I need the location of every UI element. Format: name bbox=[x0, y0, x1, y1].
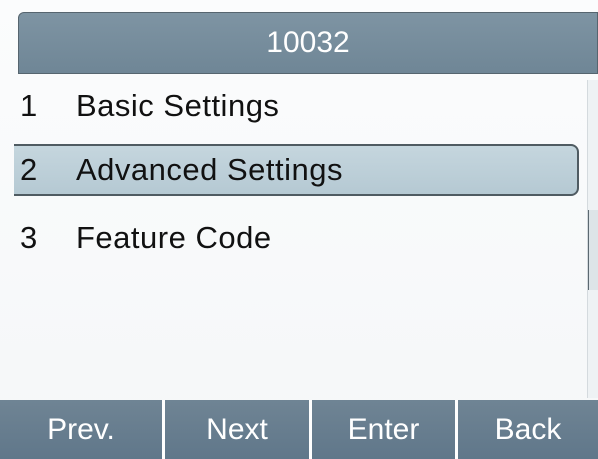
back-button-label: Back bbox=[494, 412, 562, 446]
menu-item-label: Advanced Settings bbox=[76, 152, 344, 187]
back-button[interactable]: Back bbox=[458, 400, 598, 459]
menu-item-feature-code[interactable]: 3 Feature Code bbox=[14, 212, 579, 264]
scrollbar[interactable] bbox=[587, 80, 598, 398]
next-button-label: Next bbox=[206, 412, 268, 446]
next-button[interactable]: Next bbox=[165, 400, 312, 459]
menu-item-number: 2 bbox=[20, 152, 38, 187]
title-bar: 10032 bbox=[18, 12, 598, 74]
menu-item-number: 3 bbox=[20, 220, 38, 255]
prev-button-label: Prev. bbox=[47, 412, 115, 446]
enter-button[interactable]: Enter bbox=[312, 400, 458, 459]
menu-item-advanced-settings[interactable]: 2 Advanced Settings bbox=[14, 144, 579, 196]
menu-item-basic-settings[interactable]: 1 Basic Settings bbox=[14, 80, 579, 132]
softkey-bar: Prev. Next Enter Back bbox=[0, 400, 598, 459]
menu-item-number: 1 bbox=[20, 88, 38, 123]
scrollbar-thumb[interactable] bbox=[588, 210, 598, 290]
menu-item-label: Feature Code bbox=[76, 220, 272, 255]
page-title: 10032 bbox=[266, 26, 350, 59]
enter-button-label: Enter bbox=[347, 412, 420, 446]
prev-button[interactable]: Prev. bbox=[0, 400, 165, 459]
phone-screen: 10032 1 Basic Settings 2 Advanced Settin… bbox=[0, 0, 598, 459]
menu-item-label: Basic Settings bbox=[76, 88, 280, 123]
menu-list: 1 Basic Settings 2 Advanced Settings 3 F… bbox=[0, 78, 586, 398]
